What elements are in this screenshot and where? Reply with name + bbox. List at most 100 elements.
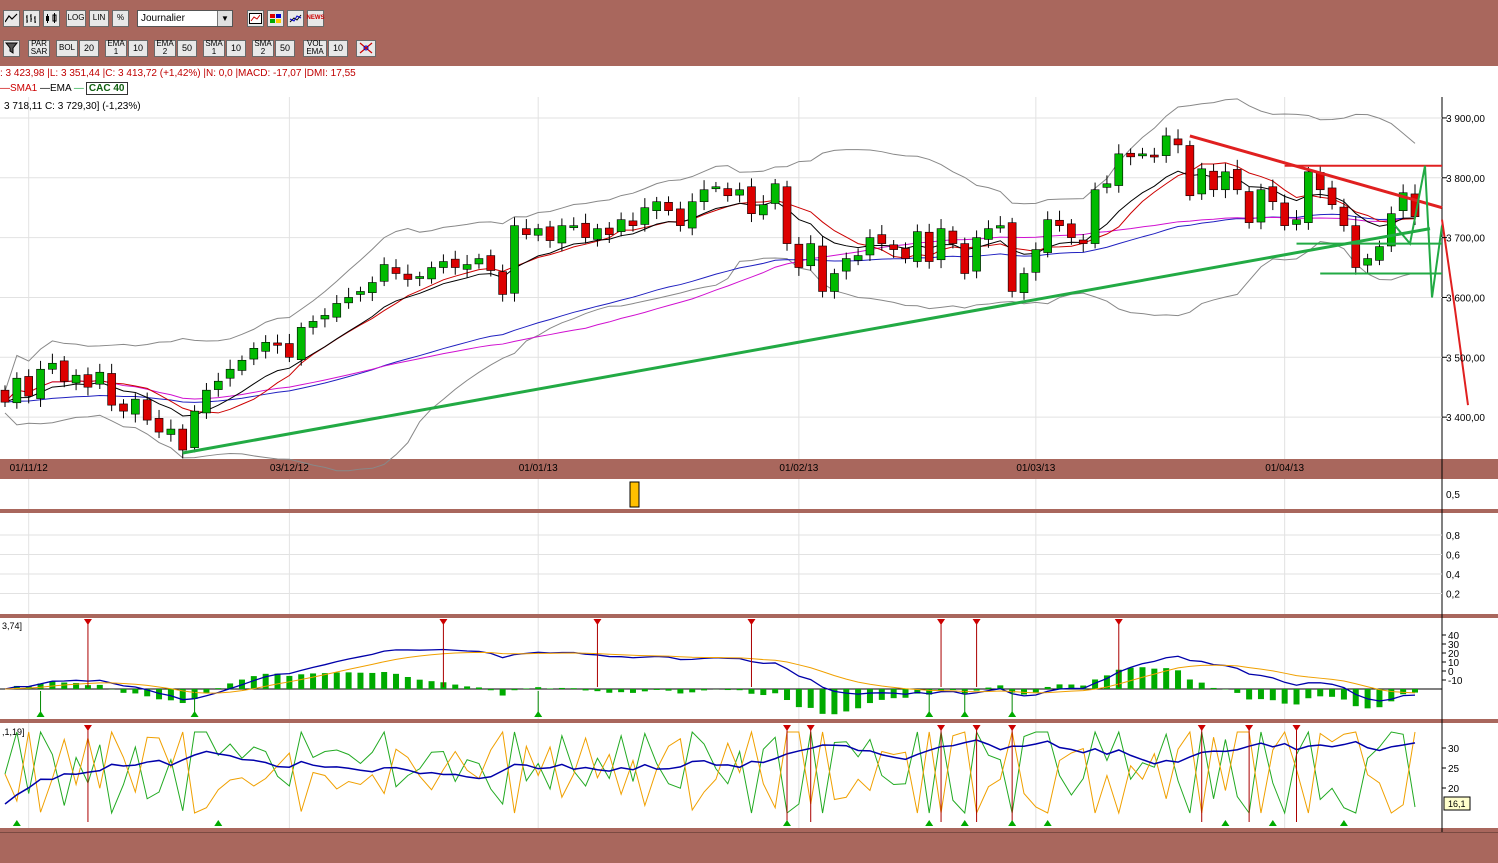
sma1-value[interactable]: 10 — [226, 40, 246, 57]
candle-up — [1198, 169, 1206, 194]
candle-up — [250, 348, 258, 359]
trendline-tool-icon[interactable] — [356, 40, 376, 57]
candle-down — [1233, 169, 1241, 189]
macd-histogram-bar — [476, 687, 482, 689]
lin-button[interactable]: LIN — [89, 10, 109, 27]
macd-histogram-bar — [606, 689, 612, 693]
candle-down — [629, 221, 637, 226]
sma1-button[interactable]: SMA 1 — [203, 40, 225, 57]
candle-up — [653, 202, 661, 211]
macd-histogram-bar — [796, 689, 802, 707]
macd-histogram-bar — [1282, 689, 1288, 704]
macd-histogram-bar — [594, 689, 600, 691]
candle-up — [736, 190, 744, 195]
macd-histogram-bar — [1246, 689, 1252, 699]
macd-histogram-bar — [1175, 670, 1181, 689]
macd-histogram-bar — [1400, 689, 1406, 694]
compare-icon[interactable] — [287, 10, 304, 27]
percent-button[interactable]: % — [112, 10, 129, 27]
price-tick-label: 3 600,00 — [1446, 293, 1485, 304]
candle-up — [700, 190, 708, 202]
candle-up — [593, 229, 601, 240]
dmi-tick-label: 20 — [1448, 784, 1460, 795]
main-toolbar: LOG LIN % Journalier ▼ NEWS — [0, 6, 1498, 30]
sma2-button[interactable]: SMA 2 — [252, 40, 274, 57]
quote-info-line: : 3 423,98 |L: 3 351,44 |C: 3 413,72 (+1… — [0, 66, 1498, 81]
colors-icon[interactable] — [267, 10, 284, 27]
macd-histogram-bar — [737, 689, 743, 690]
candle-down — [747, 187, 755, 214]
filter-icon[interactable] — [3, 40, 20, 57]
macd-histogram-bar — [1151, 669, 1157, 689]
candle-up — [475, 259, 483, 264]
price-tick-label: 3 400,00 — [1446, 413, 1485, 424]
macd-histogram-bar — [760, 689, 766, 695]
macd-histogram-bar — [310, 673, 316, 689]
macd-histogram-bar — [772, 689, 778, 693]
macd-histogram-bar — [1294, 689, 1300, 704]
candle-up — [428, 268, 436, 279]
candle-up — [712, 187, 720, 189]
candle-up — [830, 274, 838, 292]
macd-histogram-bar — [511, 689, 517, 690]
candle-up — [807, 244, 815, 266]
sma2-value[interactable]: 50 — [275, 40, 295, 57]
macd-histogram-bar — [583, 689, 589, 690]
candle-down — [1150, 155, 1158, 157]
candle-up — [984, 229, 992, 240]
osc-tick-label: 0,4 — [1446, 570, 1460, 581]
candle-down — [1352, 226, 1360, 268]
price-tick-label: 3 700,00 — [1446, 234, 1485, 245]
vol-ema-button[interactable]: VOL EMA — [303, 40, 327, 57]
ema1-value[interactable]: 10 — [128, 40, 148, 57]
period-select[interactable]: Journalier ▼ — [137, 10, 233, 27]
candle-up — [1103, 184, 1111, 188]
candle-down — [1067, 224, 1075, 238]
date-tick-label: 03/12/12 — [270, 463, 309, 474]
date-tick-label: 01/02/13 — [779, 463, 818, 474]
candle-up — [48, 363, 56, 369]
par-sar-button[interactable]: PAR SAR — [28, 40, 50, 57]
candle-down — [1281, 203, 1289, 226]
macd-histogram-bar — [867, 689, 873, 703]
candle-up — [96, 372, 104, 384]
ema2-button[interactable]: EMA 2 — [154, 40, 176, 57]
candle-down — [1056, 220, 1064, 225]
macd-label: 3,74] — [2, 621, 22, 631]
macd-histogram-bar — [97, 685, 103, 689]
zoom-chart-icon[interactable] — [247, 10, 264, 27]
macd-histogram-bar — [985, 688, 991, 689]
line-chart-icon[interactable] — [3, 10, 20, 27]
candle-up — [913, 232, 921, 262]
candle-down — [119, 404, 127, 411]
legend-sma1-swatch: — — [0, 83, 10, 94]
candle-down — [1245, 192, 1253, 223]
bar-chart-icon[interactable] — [23, 10, 40, 27]
log-button[interactable]: LOG — [66, 10, 86, 27]
ema1-button[interactable]: EMA 1 — [105, 40, 127, 57]
bol-button[interactable]: BOL — [56, 40, 78, 57]
macd-histogram-bar — [879, 689, 885, 700]
chart-area[interactable]: 3 900,003 800,003 700,003 600,003 500,00… — [0, 97, 1498, 832]
macd-histogram-bar — [654, 689, 660, 690]
vol-ema-value[interactable]: 10 — [328, 40, 348, 57]
macd-histogram-bar — [547, 688, 553, 689]
macd-histogram-bar — [855, 689, 861, 708]
ema2-value[interactable]: 50 — [177, 40, 197, 57]
candle-up — [771, 184, 779, 204]
legend-sma1: SMA1 — [10, 83, 37, 94]
candle-down — [819, 246, 827, 291]
macd-histogram-bar — [357, 673, 363, 689]
candle-up — [570, 226, 578, 228]
bol-value[interactable]: 20 — [79, 40, 99, 57]
candle-up — [854, 256, 862, 261]
macd-histogram-bar — [950, 689, 956, 690]
macd-histogram-bar — [1376, 689, 1382, 707]
candle-down — [582, 223, 590, 237]
macd-histogram-bar — [725, 689, 731, 690]
macd-histogram-bar — [784, 689, 790, 700]
candle-down — [108, 373, 116, 405]
news-icon[interactable]: NEWS — [307, 10, 324, 27]
macd-histogram-bar — [381, 672, 387, 689]
candlestick-icon[interactable] — [43, 10, 60, 27]
